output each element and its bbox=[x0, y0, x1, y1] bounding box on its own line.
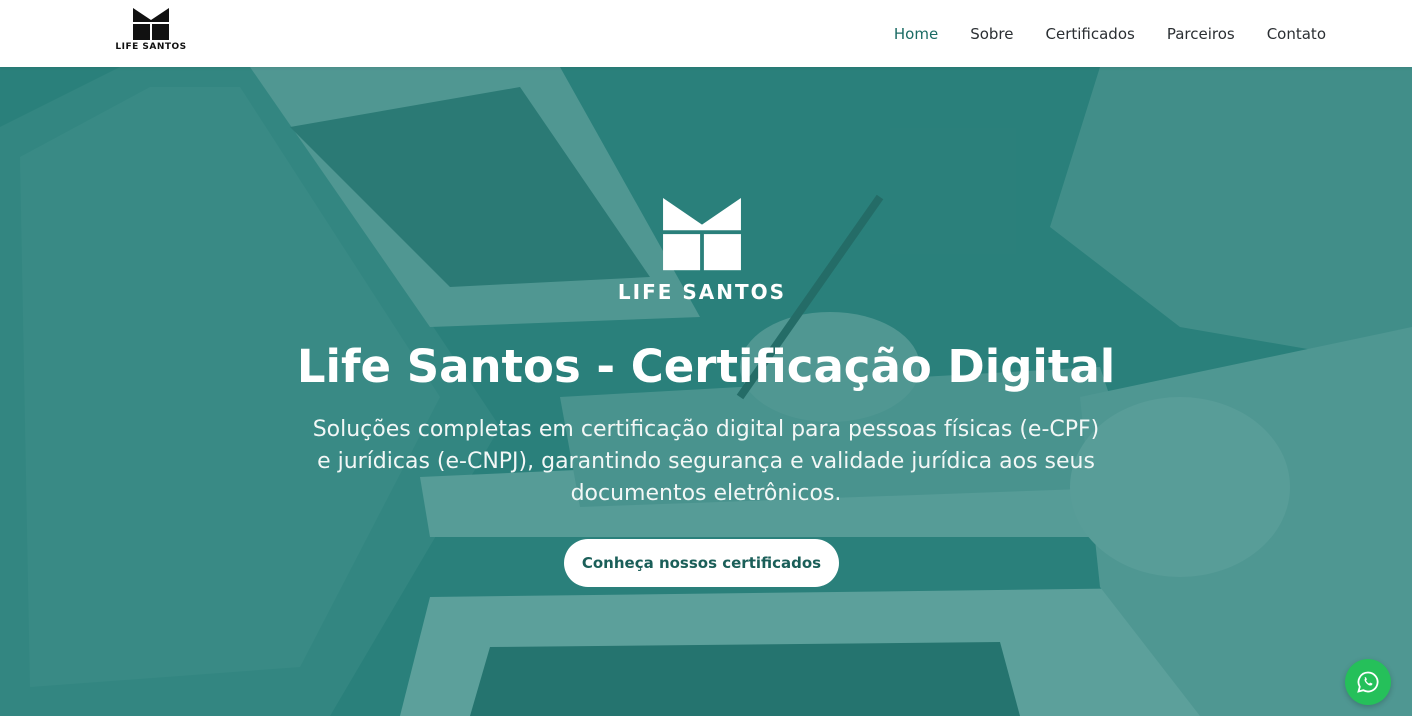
nav-sobre[interactable]: Sobre bbox=[970, 25, 1013, 43]
nav-certificados[interactable]: Certificados bbox=[1046, 25, 1135, 43]
logo-mark-icon bbox=[133, 8, 169, 40]
hero-logo-text: LIFE SANTOS bbox=[617, 280, 787, 304]
main-nav: Home Sobre Certificados Parceiros Contat… bbox=[862, 0, 1326, 67]
whatsapp-button[interactable] bbox=[1345, 659, 1391, 705]
header-logo-text: LIFE SANTOS bbox=[115, 42, 187, 52]
hero-subtitle: Soluções completas em certificação digit… bbox=[312, 417, 1100, 506]
nav-home[interactable]: Home bbox=[894, 25, 938, 43]
hero-logo: LIFE SANTOS bbox=[617, 198, 787, 304]
hero-title: Life Santos - Certificação Digital bbox=[296, 340, 1116, 393]
nav-parceiros[interactable]: Parceiros bbox=[1167, 25, 1235, 43]
whatsapp-icon bbox=[1357, 671, 1379, 693]
hero-logo-mark-icon bbox=[663, 198, 741, 271]
site-header: LIFE SANTOS Home Sobre Certificados Parc… bbox=[0, 0, 1412, 67]
hero-section: LIFE SANTOS Life Santos - Certificação D… bbox=[0, 67, 1412, 716]
certificates-cta-button[interactable]: Conheça nossos certificados bbox=[564, 539, 839, 587]
nav-contato[interactable]: Contato bbox=[1267, 25, 1326, 43]
header-logo[interactable]: LIFE SANTOS bbox=[115, 8, 187, 54]
